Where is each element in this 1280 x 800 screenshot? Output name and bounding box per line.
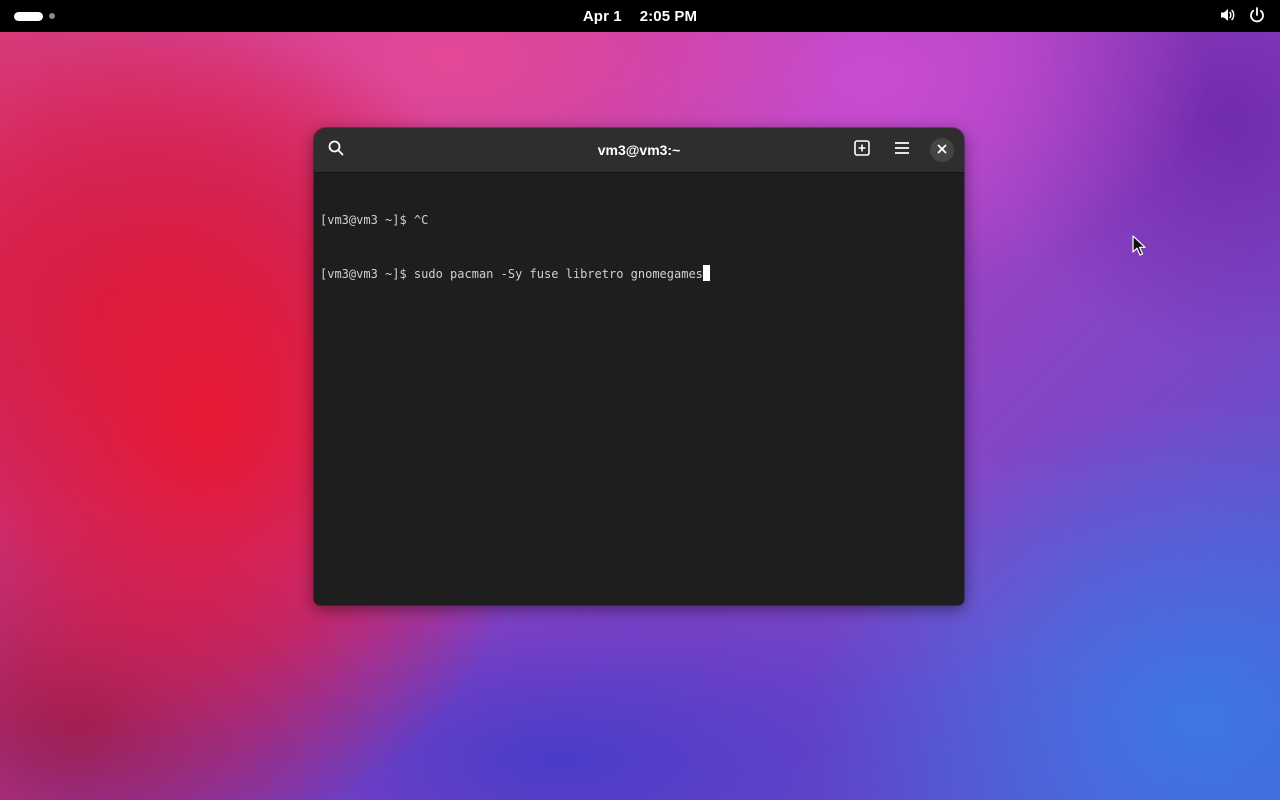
desktop: Apr 1 2:05 PM vm3@vm3:~ [vm3@vm3 ~]$ ^C … — [0, 0, 1280, 800]
terminal-headerbar[interactable]: vm3@vm3:~ — [314, 128, 964, 173]
clock-date: Apr 1 — [582, 7, 622, 25]
clock-button[interactable]: Apr 1 2:05 PM — [583, 8, 697, 25]
new-tab-icon — [853, 139, 871, 162]
power-icon[interactable] — [1248, 6, 1266, 24]
search-icon — [327, 139, 345, 162]
terminal-command: [vm3@vm3 ~]$ sudo pacman -Sy fuse libret… — [320, 267, 703, 281]
volume-icon[interactable] — [1219, 6, 1237, 24]
terminal-output[interactable]: [vm3@vm3 ~]$ ^C [vm3@vm3 ~]$ sudo pacman… — [320, 175, 710, 319]
close-button[interactable] — [930, 138, 954, 162]
top-bar: Apr 1 2:05 PM — [0, 0, 1280, 32]
terminal-prompt-line: [vm3@vm3 ~]$ sudo pacman -Sy fuse libret… — [320, 265, 710, 283]
main-menu-button[interactable] — [888, 136, 916, 164]
hamburger-menu-icon — [893, 139, 911, 162]
terminal-line: [vm3@vm3 ~]$ ^C — [320, 213, 429, 227]
text-cursor — [702, 265, 710, 281]
window-title: vm3@vm3:~ — [597, 142, 681, 158]
search-button[interactable] — [322, 136, 350, 164]
terminal-window[interactable]: vm3@vm3:~ [vm3@vm3 ~]$ ^C [vm3@vm3 ~]$ s… — [314, 128, 964, 605]
workspace-inactive-indicator — [49, 13, 55, 19]
mouse-pointer-icon — [1132, 235, 1148, 262]
workspace-active-indicator — [14, 11, 43, 21]
activities-button[interactable] — [14, 11, 64, 21]
close-icon — [937, 141, 947, 159]
clock-time: 2:05 PM — [639, 7, 698, 25]
new-tab-button[interactable] — [848, 136, 876, 164]
system-tray[interactable] — [1219, 6, 1266, 24]
